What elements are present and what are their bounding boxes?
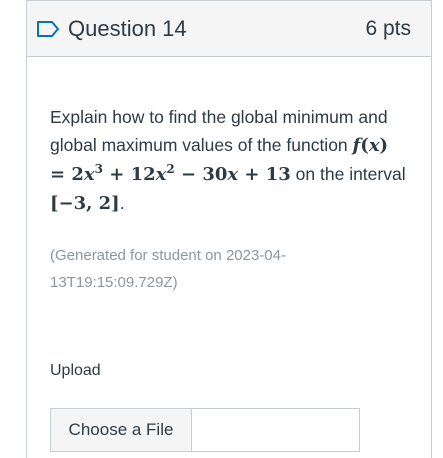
question-points: 6 pts (365, 16, 411, 40)
question-card: Question 14 6 pts Explain how to find th… (26, 0, 432, 458)
file-upload-field[interactable]: Choose a File (50, 408, 360, 452)
question-title: Question 14 (68, 15, 187, 41)
upload-label: Upload (50, 362, 101, 379)
question-text-intro: Explain how to find the global minimum a… (50, 107, 388, 155)
question-text-middle: on the interval (290, 164, 406, 184)
question-title-group: Question 14 (36, 16, 187, 42)
question-text-end: . (119, 193, 125, 213)
question-header: Question 14 6 pts (27, 0, 431, 57)
question-body: Explain how to find the global minimum a… (27, 57, 431, 452)
generated-note: (Generated for student on 2023-04-13T19:… (50, 247, 286, 291)
choose-file-button[interactable]: Choose a File (51, 409, 192, 451)
flag-question-icon[interactable] (36, 20, 60, 38)
question-text: Explain how to find the global minimum a… (50, 103, 407, 218)
interval-expression: [−3, 2] (50, 193, 120, 214)
